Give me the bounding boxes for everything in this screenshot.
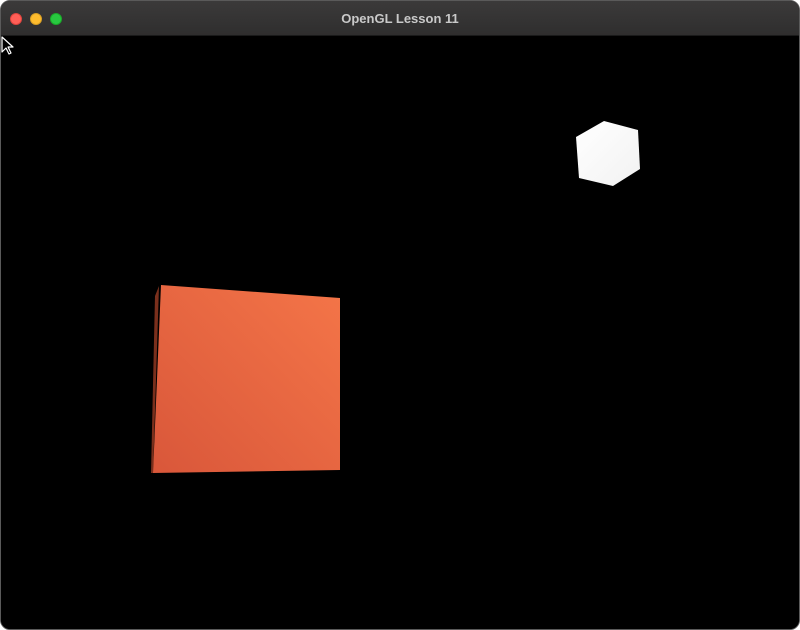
orange-cube-face — [153, 285, 340, 473]
white-cube — [576, 121, 640, 186]
app-window: OpenGL Lesson 11 — [0, 0, 800, 630]
orange-cube — [151, 285, 340, 473]
title-bar[interactable]: OpenGL Lesson 11 — [1, 1, 799, 36]
white-cube-body — [576, 121, 640, 186]
opengl-viewport[interactable] — [1, 36, 799, 629]
scene-canvas — [151, 121, 640, 473]
window-title: OpenGL Lesson 11 — [341, 11, 459, 26]
mouse-pointer-icon — [1, 36, 14, 55]
